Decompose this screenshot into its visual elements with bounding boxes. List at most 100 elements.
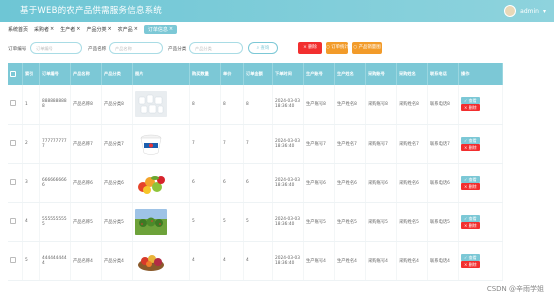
product-name-input[interactable]: 产品名称 (109, 42, 163, 54)
cell-order-no: 7777777777 (39, 124, 71, 164)
order-table: 索引 订单编号 产品名称 产品分类 图片 购买数量 单价 订单金额 下单时间 生… (8, 63, 503, 281)
cell-actions: ✓ 查看× 删除 (458, 241, 503, 281)
view-button[interactable]: ✓ 查看 (461, 175, 480, 183)
tab-product[interactable]: 农产品 × (118, 26, 138, 33)
view-button[interactable]: ✓ 查看 (461, 136, 480, 144)
cell-order-time: 2024-03-03 18:36:40 (272, 163, 304, 203)
close-icon[interactable]: × (76, 26, 80, 32)
cell-actions: ✓ 查看× 删除 (458, 163, 503, 203)
cell-quantity: 8 (189, 85, 221, 125)
row-checkbox[interactable] (10, 139, 16, 146)
user-menu[interactable]: admin ▾ (504, 5, 546, 17)
tab-buyer[interactable]: 采购者 × (34, 26, 54, 33)
col-header: 购买数量 (189, 63, 221, 85)
cell-producer-account: 生产账号4 (303, 241, 335, 281)
cell-buyer-account: 采购账号8 (365, 85, 397, 125)
tab-bar: 系统首页 采购者 × 生产者 × 产品分类 × 农产品 × 订单信息 × (0, 23, 554, 35)
product-image (135, 130, 187, 157)
cell-total: 8 (243, 85, 273, 125)
app-header: 基于WEB的农产品供需服务信息系统 admin ▾ (0, 0, 554, 22)
product-image (135, 169, 187, 196)
cell-buyer-account: 采购账号4 (365, 241, 397, 281)
close-icon[interactable]: × (107, 26, 111, 32)
cell-category: 产品分类7 (101, 124, 133, 164)
search-bar: 订单编号 订单编号 产品名称 产品名称 产品分类 产品分类 (8, 42, 548, 56)
tab-category[interactable]: 产品分类 × (86, 26, 111, 33)
row-checkbox[interactable] (10, 217, 16, 224)
row-checkbox[interactable] (10, 100, 16, 107)
cell-total: 5 (243, 202, 273, 242)
cell-image (132, 202, 190, 242)
cell-price: 6 (220, 163, 244, 203)
cell-producer-name: 生产姓名6 (334, 163, 366, 203)
select-all-checkbox[interactable] (10, 70, 16, 77)
cell-producer-name: 生产姓名7 (334, 124, 366, 164)
cell-product-name: 产品名称8 (70, 85, 102, 125)
cell-actions: ✓ 查看× 删除 (458, 85, 503, 125)
cell-quantity: 5 (189, 202, 221, 242)
table-row[interactable]: 2 7777777777 产品名称7 产品分类7 7 7 7 2024-03-03 18:36… (8, 124, 503, 164)
view-button[interactable]: ✓ 查看 (461, 97, 480, 105)
order-no-label: 订单编号 (8, 47, 27, 52)
category-label: 产品分类 (168, 47, 187, 52)
tab-order-info[interactable]: 订单信息 × (143, 24, 178, 34)
view-button[interactable]: ✓ 查看 (461, 214, 480, 222)
cell-order-time: 2024-03-03 18:36:40 (272, 202, 304, 242)
delete-button[interactable]: × 删除 (461, 104, 480, 112)
table-row[interactable]: 1 8888888888 产品名称8 产品分类8 8 8 8 2024-03-03 18:36… (8, 85, 503, 125)
cell-order-no: 4444444444 (39, 241, 71, 281)
delete-button[interactable]: × 删除 (461, 143, 480, 151)
cell-category: 产品分类4 (101, 241, 133, 281)
cell-actions: ✓ 查看× 删除 (458, 202, 503, 242)
cell-actions: ✓ 查看× 删除 (458, 124, 503, 164)
cell-buyer-name: 采购姓名5 (396, 202, 428, 242)
row-checkbox[interactable] (10, 178, 16, 185)
cell-category: 产品分类8 (101, 85, 133, 125)
delete-button[interactable]: × 删除 (461, 182, 480, 190)
cell-category: 产品分类6 (101, 163, 133, 203)
cell-product-name: 产品名称7 (70, 124, 102, 164)
close-icon[interactable]: × (134, 26, 138, 32)
product-name-label: 产品名称 (88, 47, 107, 52)
cell-order-no: 8888888888 (39, 85, 71, 125)
cell-producer-name: 生产姓名4 (334, 241, 366, 281)
product-image (135, 208, 187, 235)
cell-quantity: 6 (189, 163, 221, 203)
table-row[interactable]: 5 4444444444 产品名称4 产品分类4 4 4 4 2024-03-03 18:36… (8, 241, 503, 281)
batch-delete-button[interactable]: × 删除 (298, 42, 322, 54)
watermark: CSDN @辛雨学姐 (486, 285, 544, 293)
delete-button[interactable]: × 删除 (461, 221, 480, 229)
table-row[interactable]: 3 6666666666 产品名称6 产品分类6 6 6 6 2024-03-03 18:36… (8, 163, 503, 203)
table-row[interactable]: 4 5555555555 产品名称5 产品分类5 5 5 5 2024-03-03 18:36… (8, 202, 503, 242)
order-stat-button[interactable]: ○ 订单统计 (326, 42, 349, 54)
tab-home[interactable]: 系统首页 (8, 26, 28, 33)
tab-producer[interactable]: 生产者 × (60, 26, 80, 33)
close-icon[interactable]: × (169, 26, 173, 32)
cell-producer-account: 生产账号6 (303, 163, 335, 203)
cell-phone: 联系电话5 (427, 202, 459, 242)
col-header: 操作 (458, 63, 503, 85)
close-icon[interactable]: × (50, 26, 54, 32)
category-input[interactable]: 产品分类 (189, 42, 243, 54)
col-header: 图片 (132, 63, 190, 85)
view-button[interactable]: ✓ 查看 (461, 253, 480, 261)
delete-button[interactable]: × 删除 (461, 260, 480, 268)
col-header: 索引 (22, 63, 40, 85)
search-button[interactable]: ⌕ 查询 (248, 42, 278, 54)
sales-chart-button[interactable]: ○ 产品销量图 (352, 42, 382, 54)
table-header: 索引 订单编号 产品名称 产品分类 图片 购买数量 单价 订单金额 下单时间 生… (8, 63, 503, 85)
cell-price: 4 (220, 241, 244, 281)
col-header: 生产姓名 (334, 63, 366, 85)
cell-order-no: 6666666666 (39, 163, 71, 203)
cell-buyer-name: 采购姓名4 (396, 241, 428, 281)
order-no-input[interactable]: 订单编号 (30, 42, 82, 54)
cell-buyer-name: 采购姓名6 (396, 163, 428, 203)
table-body: 1 8888888888 产品名称8 产品分类8 8 8 8 2024-03-03 18:36… (8, 85, 503, 281)
row-checkbox[interactable] (10, 256, 16, 263)
cell-index: 2 (22, 124, 40, 164)
cell-index: 5 (22, 241, 40, 281)
cell-order-time: 2024-03-03 18:36:40 (272, 124, 304, 164)
cell-buyer-name: 采购姓名8 (396, 85, 428, 125)
cell-buyer-account: 采购账号7 (365, 124, 397, 164)
cell-price: 7 (220, 124, 244, 164)
